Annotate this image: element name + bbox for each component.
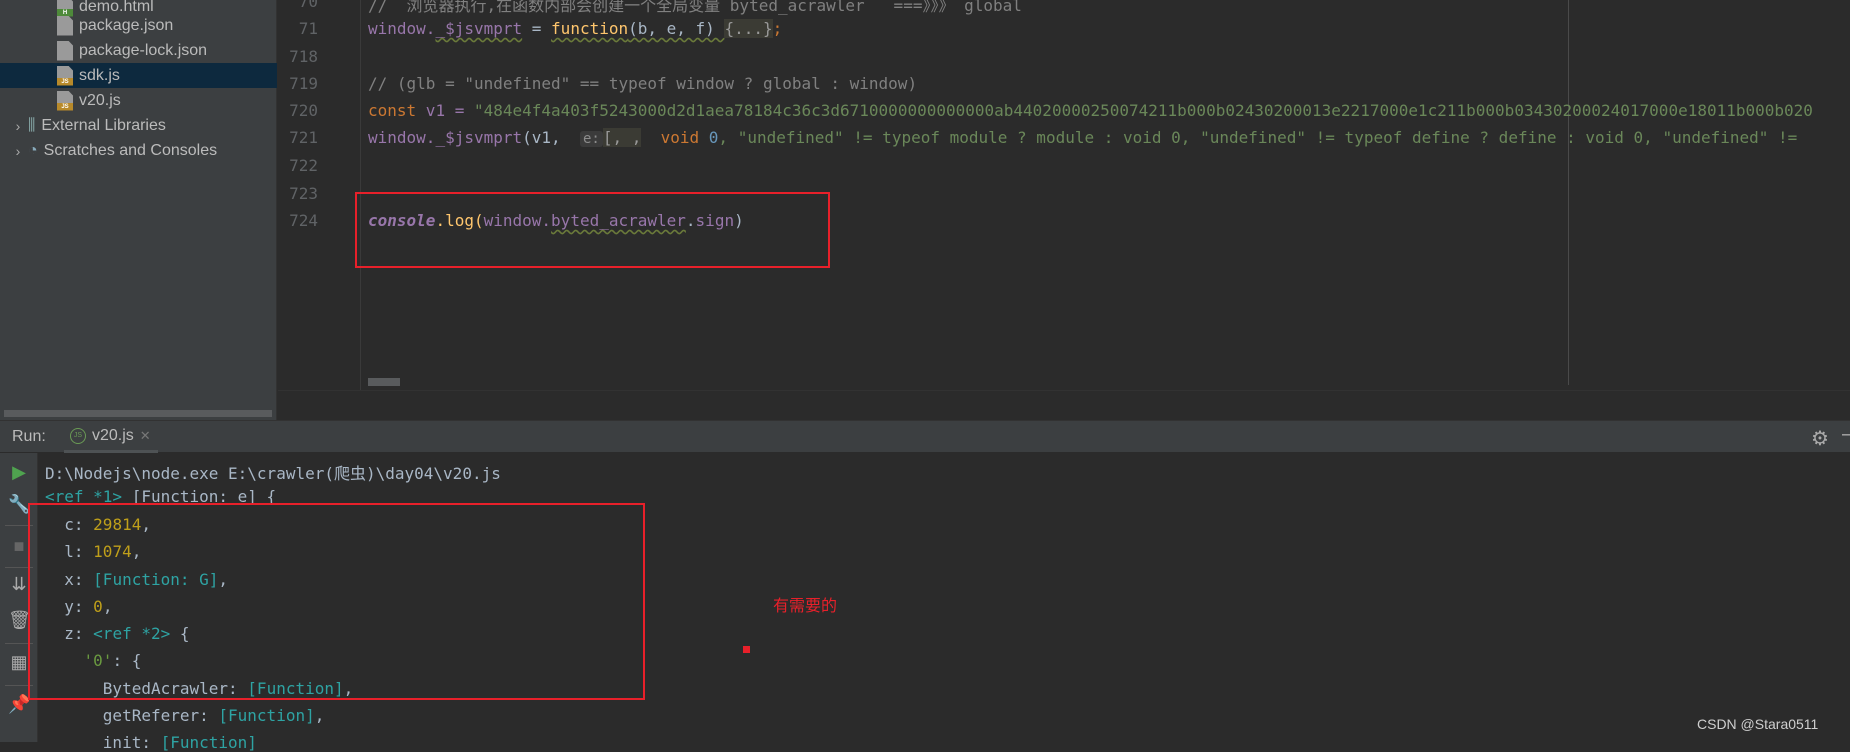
run-toolbar: Run: JS v20.js ✕ ⚙ –	[0, 420, 1850, 453]
tab-label: v20.js	[92, 426, 134, 444]
line-number: 720	[289, 101, 318, 120]
json-file-icon	[57, 40, 73, 61]
code-line-70: // 浏览器执行,在函数内部会创建一个全局变量 byted_acrawler =…	[368, 0, 1022, 15]
code-line-71: window._$jsvmprt = function(b, e, f) {..…	[368, 19, 783, 38]
line-number: 723	[289, 184, 318, 203]
library-icon: ⫼	[28, 116, 36, 134]
tree-item-package-lock-json[interactable]: package-lock.json	[0, 38, 277, 63]
parameter-hint: e:	[579, 131, 603, 147]
line-number: 718	[289, 47, 318, 66]
tree-item-label: package-lock.json	[79, 41, 208, 59]
right-margin-guide	[1568, 0, 1569, 385]
js-file-icon: JS	[57, 65, 73, 86]
project-tree: Hdemo.html package.json package-lock.jso…	[0, 0, 277, 420]
editor-status-strip	[278, 390, 1850, 418]
tree-item-external-libraries[interactable]: › ⫼ External Libraries	[0, 113, 277, 138]
highlight-box-code	[355, 192, 830, 268]
line-number: 721	[289, 128, 318, 147]
close-icon[interactable]: ✕	[140, 428, 151, 444]
chevron-right-icon[interactable]: ›	[8, 118, 28, 134]
line-number: 71	[298, 19, 318, 38]
layout-icon[interactable]: ▦	[8, 651, 30, 673]
console-line: init: [Function]	[45, 733, 257, 752]
watermark: CSDN @Stara0511	[1697, 716, 1819, 732]
editor-horizontal-scrollbar[interactable]	[368, 378, 400, 386]
tree-item-label: sdk.js	[79, 66, 120, 84]
line-number: 722	[289, 156, 318, 175]
tree-item-label: v20.js	[79, 91, 121, 109]
trash-icon[interactable]: 🗑	[8, 609, 31, 631]
minimize-icon[interactable]: –	[1842, 423, 1850, 446]
line-number: 724	[289, 211, 318, 230]
wrench-icon[interactable]: 🔧	[8, 493, 30, 515]
console-line: getReferer: [Function],	[45, 706, 325, 725]
js-file-icon: JS	[57, 90, 73, 111]
tree-item-scratches[interactable]: › ◔ Scratches and Consoles	[0, 138, 277, 163]
annotation-dot	[743, 646, 750, 653]
folded-code-button[interactable]: {...}	[724, 19, 773, 38]
stop-icon[interactable]: ■	[8, 535, 30, 557]
highlight-box-console	[28, 503, 645, 700]
scratches-icon: ◔	[28, 141, 38, 159]
line-number: 70	[298, 0, 318, 11]
annotation-text: 有需要的	[773, 598, 838, 615]
tree-item-v20-js[interactable]: JS v20.js	[0, 88, 277, 113]
gear-icon[interactable]: ⚙	[1811, 426, 1829, 451]
run-label: Run:	[12, 428, 46, 445]
code-line-719: // (glb = "undefined" == typeof window ?…	[368, 74, 918, 93]
json-file-icon	[57, 15, 73, 36]
sidebar-scrollbar[interactable]	[4, 410, 272, 417]
tab-v20-js[interactable]: JS v20.js ✕	[64, 421, 158, 453]
tree-item-sdk-js[interactable]: JS sdk.js	[0, 63, 277, 88]
console-command: D:\Nodejs\node.exe E:\crawler(爬虫)\day04\…	[45, 464, 501, 483]
tree-item-label: package.json	[79, 16, 174, 34]
nodejs-icon: JS	[70, 427, 86, 444]
pin-icon[interactable]: 📌	[8, 693, 30, 715]
code-line-721: window._$jsvmprt(v1, e: [, , void 0, "und…	[368, 128, 1798, 147]
chevron-right-icon[interactable]: ›	[8, 143, 28, 159]
run-icon[interactable]: ▶	[8, 461, 30, 483]
tree-item-label: Scratches and Consoles	[43, 141, 218, 159]
tree-item-package-json[interactable]: package.json	[0, 13, 277, 38]
tree-item-label: External Libraries	[41, 116, 166, 134]
code-line-720: const v1 = "484e4f4a403f5243000d2d1aea78…	[368, 101, 1813, 120]
line-number: 719	[289, 74, 318, 93]
scroll-to-end-icon[interactable]: ⇊	[8, 573, 30, 595]
